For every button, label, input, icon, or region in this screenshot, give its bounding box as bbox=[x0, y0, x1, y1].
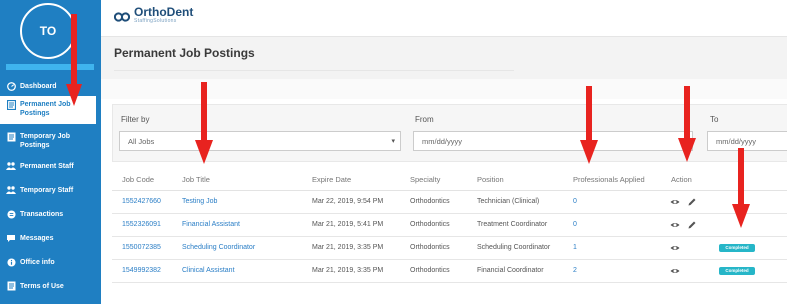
eye-icon[interactable] bbox=[670, 243, 680, 253]
position: Technician (Clinical) bbox=[477, 198, 540, 205]
position: Scheduling Coordinator bbox=[477, 244, 551, 251]
pencil-icon[interactable] bbox=[687, 220, 697, 230]
sidebar-item-messages[interactable]: Messages bbox=[0, 226, 101, 250]
sidebar-item-label: Office info bbox=[20, 258, 55, 266]
position: Treatment Coordinator bbox=[477, 221, 548, 228]
column-header-job-code: Job Code bbox=[122, 175, 155, 184]
expire-date: Mar 21, 2019, 5:41 PM bbox=[312, 221, 384, 228]
transactions-icon bbox=[6, 209, 16, 219]
sidebar-item-label: Temporary Staff bbox=[20, 186, 74, 194]
specialty: Orthodontics bbox=[410, 244, 450, 251]
professionals-applied-link[interactable]: 2 bbox=[573, 267, 577, 274]
job-code-link[interactable]: 1549992382 bbox=[122, 267, 161, 274]
position: Financial Coordinator bbox=[477, 267, 544, 274]
specialty: Orthodontics bbox=[410, 221, 450, 228]
job-title-link[interactable]: Clinical Assistant bbox=[182, 267, 235, 274]
job-code-link[interactable]: 1550072385 bbox=[122, 244, 161, 251]
eye-icon[interactable] bbox=[670, 266, 680, 276]
sidebar-item-transactions[interactable]: Transactions bbox=[0, 202, 101, 226]
annotation-arrow bbox=[66, 14, 82, 106]
from-label: From bbox=[415, 115, 434, 124]
sidebar-item-label: Permanent Staff bbox=[20, 162, 74, 170]
column-header-position: Position bbox=[477, 175, 504, 184]
sidebar-item-dashboard[interactable]: Dashboard bbox=[0, 76, 101, 96]
to-date-placeholder: mm/dd/yyyy bbox=[716, 137, 757, 146]
avatar-initials: TO bbox=[39, 24, 57, 38]
annotation-arrow bbox=[732, 148, 750, 228]
job-title-link[interactable]: Testing Job bbox=[182, 198, 217, 205]
column-header-professionals-applied: Professionals Applied bbox=[573, 175, 645, 184]
document-icon bbox=[6, 132, 16, 142]
filter-by-label: Filter by bbox=[121, 115, 150, 124]
filter-by-select[interactable]: All Jobs ▾ bbox=[119, 131, 401, 151]
logo-icon bbox=[114, 12, 130, 22]
sidebar-item-label: Temporary Job Postings bbox=[20, 133, 71, 149]
table-header: Job Code Job Title Expire Date Specialty… bbox=[112, 167, 787, 191]
table-row: 1552427660 Testing Job Mar 22, 2019, 9:5… bbox=[112, 191, 787, 214]
page-title: Permanent Job Postings bbox=[114, 46, 255, 60]
divider bbox=[114, 70, 514, 71]
from-date-placeholder: mm/dd/yyyy bbox=[422, 137, 463, 146]
professionals-applied-link[interactable]: 0 bbox=[573, 198, 577, 205]
sidebar-item-office-info[interactable]: Office info bbox=[0, 250, 101, 274]
chevron-down-icon: ▾ bbox=[391, 138, 395, 145]
sidebar-item-label: Terms of Use bbox=[20, 282, 64, 290]
to-label: To bbox=[710, 115, 719, 124]
info-icon bbox=[6, 257, 16, 267]
professionals-applied-link[interactable]: 1 bbox=[573, 244, 577, 251]
brand-logo[interactable]: OrthoDent StaffingSolutions bbox=[114, 5, 194, 26]
annotation-arrow bbox=[678, 86, 696, 162]
filter-by-value: All Jobs bbox=[128, 137, 155, 146]
professionals-applied-link[interactable]: 0 bbox=[573, 221, 577, 228]
table-row: 1549992382 Clinical Assistant Mar 21, 20… bbox=[112, 260, 787, 283]
brand-name: OrthoDent bbox=[134, 5, 194, 19]
eye-icon[interactable] bbox=[670, 220, 680, 230]
specialty: Orthodontics bbox=[410, 267, 450, 274]
document-icon bbox=[6, 100, 16, 110]
from-date-input[interactable]: mm/dd/yyyy bbox=[413, 131, 693, 151]
job-title-link[interactable]: Scheduling Coordinator bbox=[182, 244, 255, 251]
sidebar-item-label: Messages bbox=[20, 234, 54, 242]
status-badge: Completed bbox=[719, 244, 755, 252]
column-header-job-title: Job Title bbox=[182, 175, 210, 184]
expire-date: Mar 21, 2019, 3:35 PM bbox=[312, 244, 384, 251]
sidebar-item-label: Dashboard bbox=[20, 82, 57, 90]
table-row: 1552326091 Financial Assistant Mar 21, 2… bbox=[112, 214, 787, 237]
column-header-specialty: Specialty bbox=[410, 175, 441, 184]
pencil-icon[interactable] bbox=[687, 197, 697, 207]
dashboard-icon bbox=[6, 81, 16, 91]
sidebar-item-terms-of-use[interactable]: Terms of Use bbox=[0, 274, 101, 298]
sidebar-item-temporary-job-postings[interactable]: Temporary Job Postings bbox=[0, 124, 101, 154]
annotation-arrow bbox=[580, 86, 598, 164]
job-title-link[interactable]: Financial Assistant bbox=[182, 221, 240, 228]
document-icon bbox=[6, 281, 16, 291]
column-header-action: Action bbox=[671, 175, 692, 184]
sidebar-item-temporary-staff[interactable]: Temporary Staff bbox=[0, 178, 101, 202]
messages-icon bbox=[6, 233, 16, 243]
sidebar: TO Dashboard Permanent Job Postings Temp… bbox=[0, 0, 101, 304]
users-icon bbox=[6, 185, 16, 195]
users-icon bbox=[6, 161, 16, 171]
job-postings-table: Job Code Job Title Expire Date Specialty… bbox=[112, 167, 787, 283]
job-code-link[interactable]: 1552326091 bbox=[122, 221, 161, 228]
job-code-link[interactable]: 1552427660 bbox=[122, 198, 161, 205]
status-badge: Completed bbox=[719, 267, 755, 275]
eye-icon[interactable] bbox=[670, 197, 680, 207]
expire-date: Mar 22, 2019, 9:54 PM bbox=[312, 198, 384, 205]
annotation-arrow bbox=[195, 82, 213, 164]
sidebar-item-label: Transactions bbox=[20, 210, 64, 218]
expire-date: Mar 21, 2019, 3:35 PM bbox=[312, 267, 384, 274]
column-header-expire-date: Expire Date bbox=[312, 175, 352, 184]
sidebar-item-permanent-staff[interactable]: Permanent Staff bbox=[0, 154, 101, 178]
specialty: Orthodontics bbox=[410, 198, 450, 205]
table-row: 1550072385 Scheduling Coordinator Mar 21… bbox=[112, 237, 787, 260]
sidebar-nav: Dashboard Permanent Job Postings Tempora… bbox=[0, 76, 101, 298]
